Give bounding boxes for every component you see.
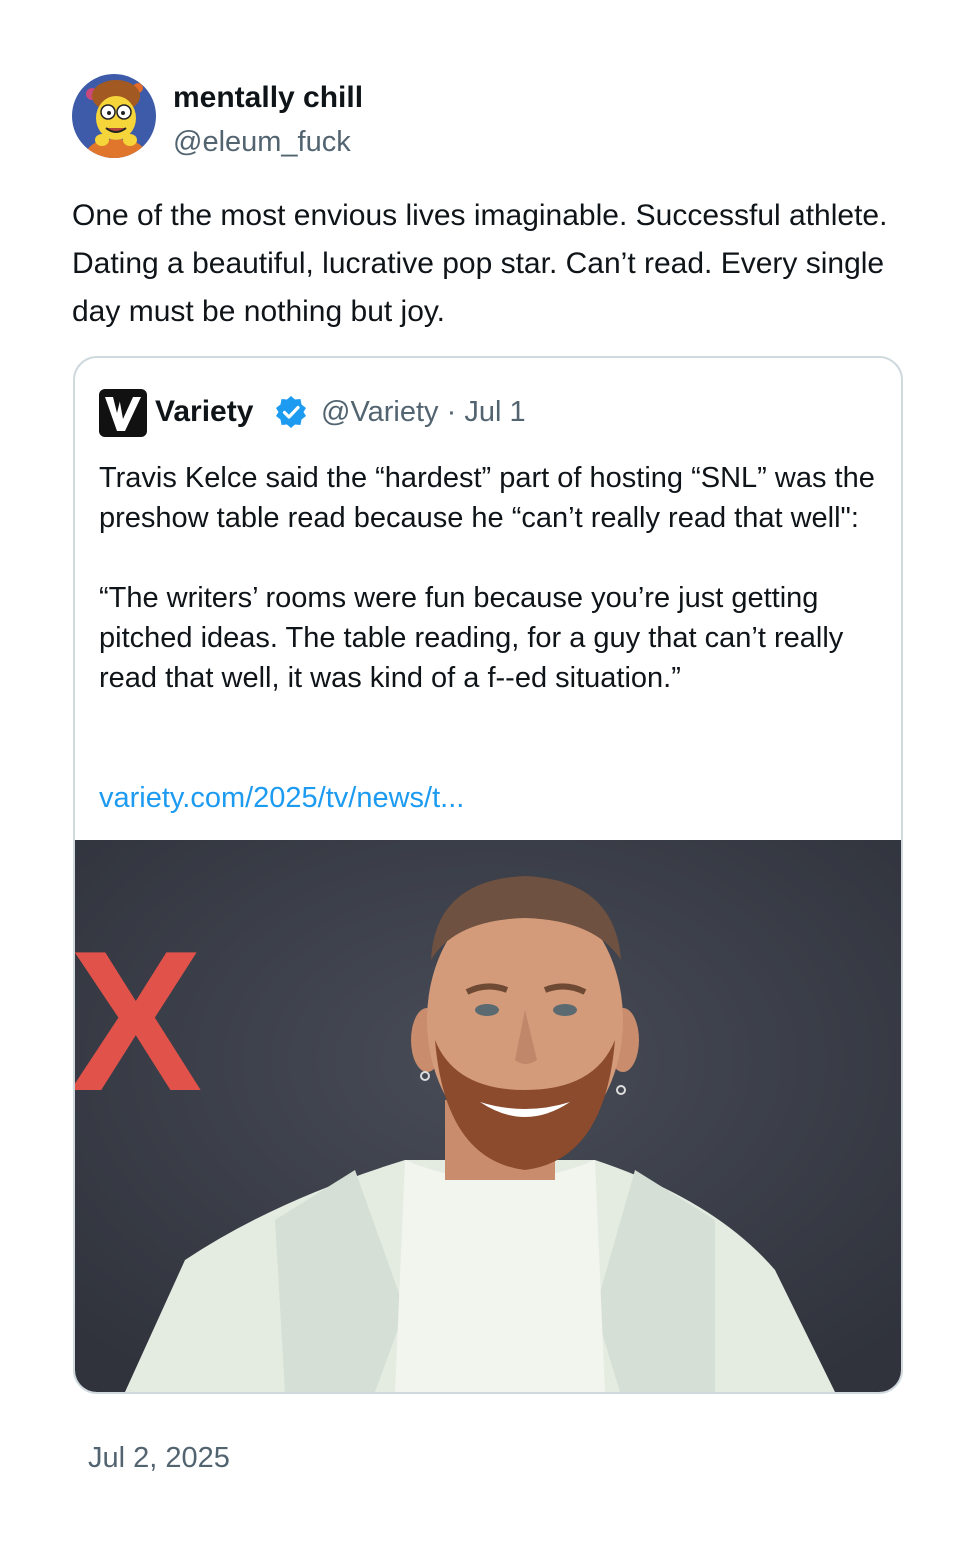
quoted-author-name[interactable]: Variety	[155, 392, 253, 432]
variety-logo-icon	[99, 389, 147, 437]
tweet-timestamp[interactable]: Jul 2, 2025	[88, 1438, 230, 1478]
quoted-paragraph-2: “The writers’ rooms were fun because you…	[99, 582, 844, 694]
quoted-paragraph-1: Travis Kelce said the “hardest” part of …	[99, 462, 875, 534]
quoted-meta: @Variety · Jul 1	[321, 392, 526, 432]
quoted-date[interactable]: Jul 1	[464, 396, 525, 428]
cartoon-character-avatar-icon	[72, 74, 156, 158]
person-photo-icon: X	[75, 840, 901, 1392]
quoted-tweet-card[interactable]: Variety @Variety · Jul 1 Travis Kelce sa…	[73, 356, 903, 1394]
article-link[interactable]: variety.com/2025/tv/news/t...	[99, 778, 464, 818]
tweet-text: One of the most envious lives imaginable…	[72, 199, 888, 328]
author-avatar[interactable]	[72, 74, 156, 158]
quoted-handle[interactable]: @Variety	[321, 396, 439, 428]
verified-badge-icon	[276, 396, 306, 428]
author-handle[interactable]: @eleum_fuck	[173, 124, 351, 160]
quoted-tweet-text: Travis Kelce said the “hardest” part of …	[99, 458, 889, 698]
quoted-tweet-photo[interactable]: X	[75, 840, 901, 1392]
meta-separator: ·	[446, 396, 457, 428]
backdrop-letter: X	[75, 910, 202, 1133]
author-display-name[interactable]: mentally chill	[173, 80, 363, 116]
